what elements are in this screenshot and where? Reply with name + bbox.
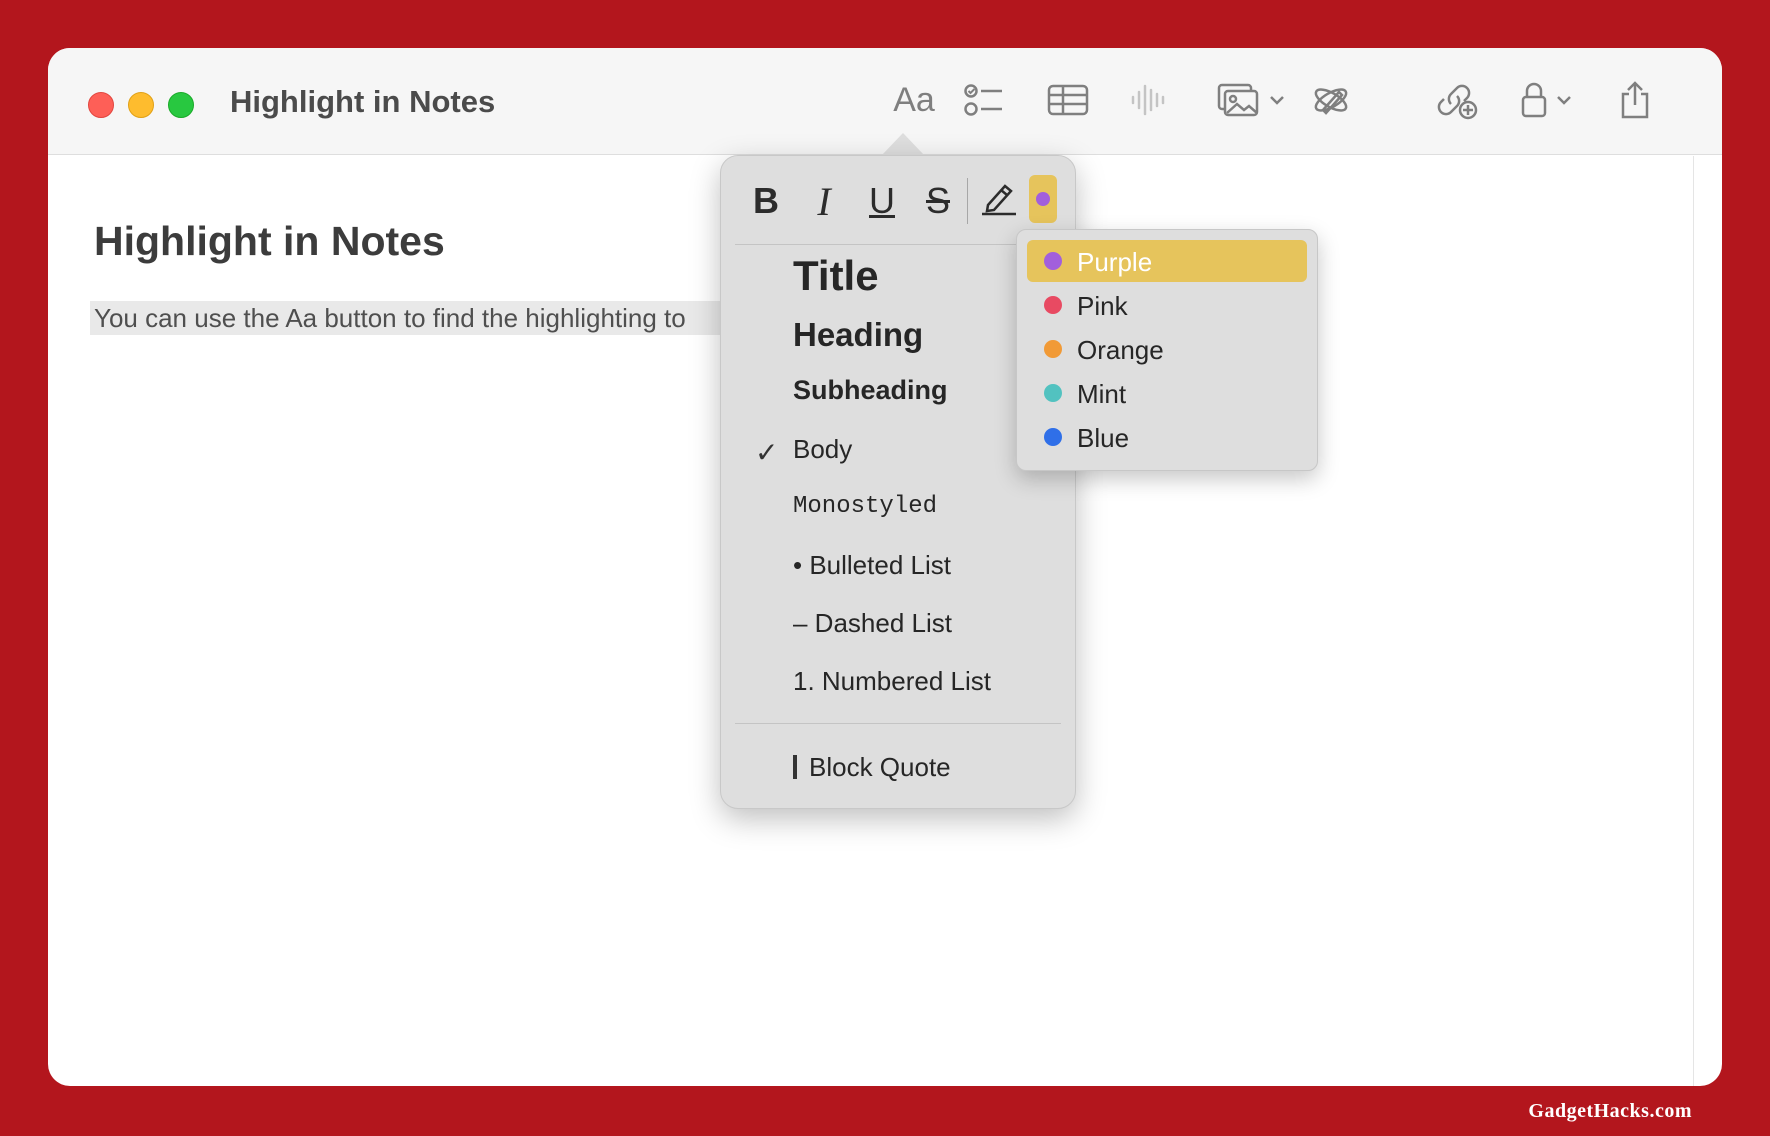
- format-aa-label: Aa: [893, 80, 935, 119]
- highlight-color-swatch: [1036, 192, 1050, 206]
- table-button[interactable]: [1041, 76, 1095, 124]
- color-label: Orange: [1077, 335, 1164, 365]
- color-label: Mint: [1077, 379, 1127, 409]
- popover-arrow: [881, 133, 925, 156]
- share-button[interactable]: [1610, 76, 1660, 124]
- maximize-window-button[interactable]: [168, 92, 194, 118]
- quote-bar-icon: [793, 755, 797, 779]
- writing-tools-button[interactable]: [1304, 76, 1358, 124]
- color-item-pink[interactable]: Pink: [1027, 284, 1307, 326]
- color-label: Blue: [1077, 423, 1130, 453]
- color-dot: [1044, 340, 1062, 358]
- watermark: GadgetHacks.com: [1528, 1100, 1692, 1122]
- audio-button[interactable]: [1121, 76, 1175, 124]
- media-button[interactable]: [1211, 76, 1291, 124]
- style-heading[interactable]: Heading: [793, 316, 923, 354]
- bold-button[interactable]: B: [745, 176, 787, 226]
- color-label: Pink: [1077, 291, 1128, 321]
- lock-button[interactable]: [1513, 76, 1579, 124]
- checklist-icon: [964, 83, 1004, 117]
- collaborate-icon: [1437, 80, 1479, 120]
- table-icon: [1047, 83, 1089, 117]
- format-button[interactable]: Aa: [874, 76, 954, 124]
- color-item-mint[interactable]: Mint: [1027, 372, 1307, 414]
- note-title[interactable]: Highlight in Notes: [94, 218, 445, 265]
- checkmark-icon: ✓: [755, 437, 779, 468]
- style-title[interactable]: Title: [793, 252, 879, 300]
- color-dot: [1044, 428, 1062, 446]
- media-icon: [1217, 82, 1261, 118]
- style-block-quote[interactable]: Block Quote: [793, 752, 951, 783]
- collaborate-button[interactable]: [1431, 76, 1485, 124]
- color-label: Purple: [1077, 247, 1153, 277]
- style-monostyled[interactable]: Monostyled: [793, 493, 937, 520]
- color-dot: [1044, 384, 1062, 402]
- style-numbered-list[interactable]: 1. Numbered List: [793, 666, 991, 697]
- format-divider: [967, 178, 968, 224]
- style-dashed-list[interactable]: – Dashed List: [793, 608, 952, 639]
- color-item-blue[interactable]: Blue: [1027, 416, 1307, 458]
- note-body-text[interactable]: You can use the Aa button to find the hi…: [90, 301, 774, 335]
- scrollbar[interactable]: [1693, 156, 1694, 1086]
- highlighter-pen-icon: [980, 178, 1018, 225]
- color-item-purple[interactable]: Purple: [1027, 240, 1307, 282]
- highlight-color-menu: Purple Pink Orange Mint Blue: [1016, 229, 1318, 471]
- audio-icon: [1130, 83, 1166, 117]
- italic-button[interactable]: I: [803, 176, 845, 226]
- style-block-quote-label: Block Quote: [809, 752, 951, 782]
- popover-divider: [735, 723, 1061, 724]
- highlight-color-button[interactable]: [1029, 175, 1057, 223]
- color-dot: [1044, 296, 1062, 314]
- lock-icon: [1520, 81, 1548, 119]
- minimize-window-button[interactable]: [128, 92, 154, 118]
- underline-button[interactable]: U: [861, 176, 903, 226]
- strikethrough-button[interactable]: S: [917, 176, 959, 226]
- popover-divider: [735, 244, 1061, 245]
- checklist-button[interactable]: [957, 76, 1011, 124]
- chevron-down-icon: [1556, 94, 1572, 106]
- chevron-down-icon: [1269, 94, 1285, 106]
- writing-tools-icon: [1311, 80, 1351, 120]
- style-subheading[interactable]: Subheading: [793, 375, 948, 406]
- style-bulleted-list[interactable]: • Bulleted List: [793, 550, 951, 581]
- color-item-orange[interactable]: Orange: [1027, 328, 1307, 370]
- style-body[interactable]: Body: [793, 434, 852, 465]
- highlight-button[interactable]: [973, 176, 1025, 226]
- color-dot: [1044, 252, 1062, 270]
- share-icon: [1619, 80, 1651, 120]
- window-title: Highlight in Notes: [230, 84, 496, 119]
- close-window-button[interactable]: [88, 92, 114, 118]
